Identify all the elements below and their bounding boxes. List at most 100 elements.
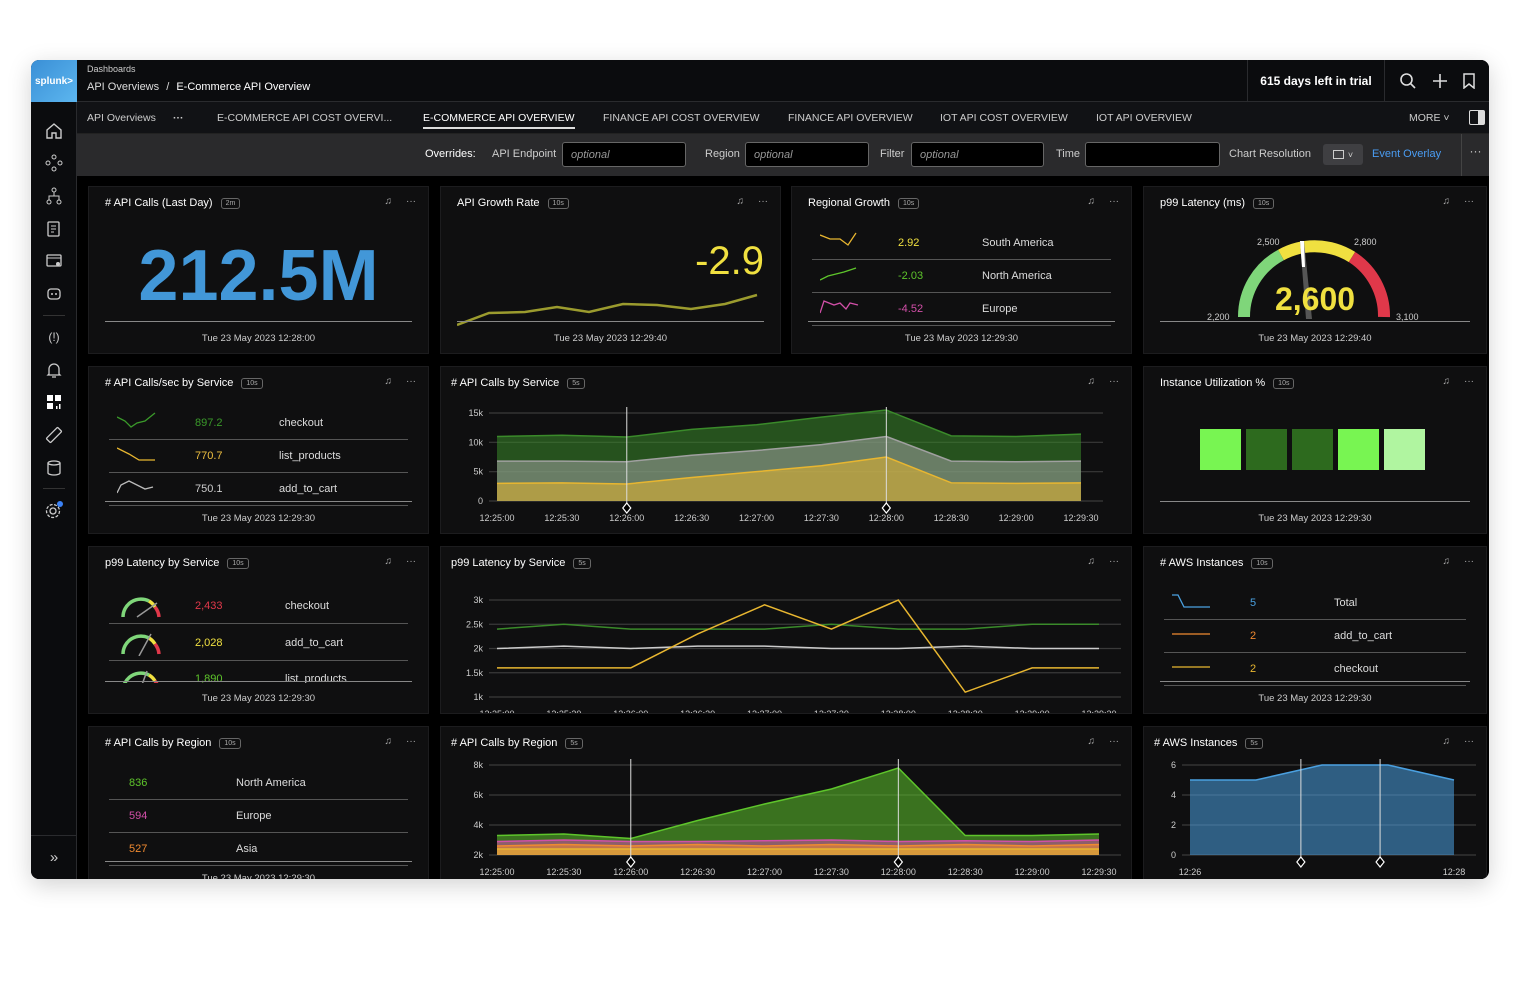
tab-finance-overview[interactable]: FINANCE API OVERVIEW: [788, 102, 913, 134]
tab-group-menu[interactable]: ···: [173, 102, 184, 134]
row-name: checkout: [1334, 663, 1379, 675]
more-icon[interactable]: ···: [406, 196, 416, 207]
bell-icon[interactable]: ♫: [1088, 196, 1096, 207]
event-marker: [1296, 856, 1306, 868]
bell-icon[interactable]: ♫: [1443, 376, 1451, 387]
chart-resolution-select[interactable]: ˅: [1323, 144, 1363, 165]
database-icon[interactable]: [43, 457, 65, 479]
area-chart[interactable]: 0 2 4 6 12:26 12:28: [1144, 757, 1486, 879]
more-icon[interactable]: ···: [406, 376, 416, 387]
more-icon[interactable]: ···: [1109, 556, 1119, 567]
panel-actions: ♫ ···: [385, 196, 417, 207]
more-icon[interactable]: ···: [406, 556, 416, 567]
heatmap-cell[interactable]: [1384, 429, 1425, 470]
hierarchy-icon[interactable]: [43, 185, 65, 207]
more-icon[interactable]: ···: [1109, 736, 1119, 747]
refresh-badge: 10s: [1273, 377, 1295, 389]
tab-ecommerce-overview[interactable]: E-COMMERCE API OVERVIEW: [423, 102, 575, 134]
panel-actions: ♫ ···: [1443, 376, 1475, 387]
bell-icon[interactable]: [43, 359, 65, 381]
heatmap: [1200, 429, 1425, 470]
breadcrumb-dashboards[interactable]: Dashboards: [87, 64, 136, 74]
tab-ecommerce-cost[interactable]: E-COMMERCE API COST OVERVI...: [217, 102, 392, 134]
more-icon[interactable]: ···: [1464, 556, 1474, 567]
bell-icon[interactable]: ♫: [385, 556, 393, 567]
region-input[interactable]: optional: [745, 142, 869, 167]
bell-icon[interactable]: ♫: [1443, 736, 1451, 747]
more-tabs-dropdown[interactable]: MORE ˅: [1409, 102, 1450, 134]
service-map-icon[interactable]: [43, 152, 65, 174]
event-overlay-button[interactable]: Event Overlay: [1372, 148, 1441, 160]
panel-title: # API Calls by Region: [105, 737, 212, 749]
alert-icon[interactable]: (!): [43, 326, 65, 348]
more-icon[interactable]: ···: [406, 736, 416, 747]
row-name: North America: [982, 270, 1052, 282]
bell-icon[interactable]: ♫: [1088, 556, 1096, 567]
trial-status[interactable]: 615 days left in trial: [1247, 60, 1385, 102]
x-tick-label: 12:25:30: [544, 513, 579, 523]
panel-toggle-icon[interactable]: [1469, 110, 1485, 125]
tab-iot-cost[interactable]: IOT API COST OVERVIEW: [940, 102, 1068, 134]
heatmap-cell[interactable]: [1292, 429, 1333, 470]
area-chart[interactable]: 2k 4k 6k 8k 12:25:00 12:25:30 12:26:00 12:26:30…: [441, 757, 1131, 879]
panel-timestamp: Tue 23 May 2023 12:29:30: [1160, 501, 1470, 533]
ruler-icon[interactable]: [43, 424, 65, 446]
more-icon[interactable]: ···: [1464, 736, 1474, 747]
breadcrumb-parent[interactable]: API Overviews: [87, 81, 159, 93]
heatmap-cell[interactable]: [1200, 429, 1241, 470]
more-icon[interactable]: ···: [1109, 196, 1119, 207]
row-value: 770.7: [195, 450, 223, 462]
tab-group-api-overviews[interactable]: API Overviews: [87, 102, 156, 134]
splunk-logo[interactable]: splunk>: [31, 60, 77, 102]
panel-api-growth-rate: API Growth Rate 10s ♫ ··· -2.9 Tue 23 May …: [440, 186, 781, 354]
plus-icon[interactable]: [1432, 73, 1448, 89]
more-icon[interactable]: ···: [1464, 196, 1474, 207]
more-icon[interactable]: ···: [758, 196, 768, 207]
x-tick-label: 12:28:30: [948, 867, 983, 877]
row-name: checkout: [279, 417, 324, 429]
dashboards-icon[interactable]: [43, 391, 65, 413]
user-session-icon[interactable]: [43, 250, 65, 272]
panel-actions: ♫ ···: [1088, 196, 1120, 207]
bell-icon[interactable]: ♫: [385, 376, 393, 387]
panel-title: # AWS Instances: [1160, 557, 1244, 569]
bell-icon[interactable]: ♫: [737, 196, 745, 207]
bell-icon[interactable]: ♫: [1088, 736, 1096, 747]
time-input[interactable]: [1085, 142, 1220, 167]
document-icon[interactable]: [43, 218, 65, 240]
filter-input[interactable]: optional: [911, 142, 1044, 167]
panel-title: p99 Latency by Service: [451, 557, 566, 569]
bell-icon[interactable]: ♫: [385, 736, 393, 747]
list-item: 2,028 add_to_cart: [109, 624, 408, 661]
more-icon[interactable]: ···: [1109, 376, 1119, 387]
heatmap-cell[interactable]: [1246, 429, 1287, 470]
expand-sidebar-button[interactable]: »: [31, 835, 77, 879]
area-chart[interactable]: 0 5k 10k 15k 12:25:00 12:25:30 12:26:00 12:26:3…: [441, 397, 1131, 533]
panel-timestamp: Tue 23 May 2023 12:29:40: [457, 321, 764, 353]
bell-icon[interactable]: ♫: [1443, 196, 1451, 207]
bell-icon[interactable]: ♫: [1088, 376, 1096, 387]
bookmark-icon[interactable]: [1463, 73, 1476, 89]
robot-icon[interactable]: [43, 283, 65, 305]
api-endpoint-input[interactable]: optional: [562, 142, 686, 167]
more-icon[interactable]: ···: [1464, 376, 1474, 387]
line-chart[interactable]: 1k 1.5k 2k 2.5k 3k 12:25:00 12:25:30 12:26:00 12…: [441, 577, 1131, 713]
settings-icon[interactable]: [43, 499, 65, 521]
home-icon[interactable]: [43, 120, 65, 142]
heatmap-cell[interactable]: [1338, 429, 1379, 470]
list-item: 2,433 checkout: [109, 587, 408, 624]
bell-icon[interactable]: ♫: [1443, 556, 1451, 567]
bell-icon[interactable]: ♫: [385, 196, 393, 207]
panel-p99-latency-by-service-chart: p99 Latency by Service 5s ♫ ··· 1k 1.5k 2k 2.…: [440, 546, 1132, 714]
x-tick-label: 12:28: [1443, 867, 1466, 877]
x-tick-label: 12:29:00: [1015, 709, 1050, 713]
y-tick-label: 15k: [468, 408, 483, 418]
tab-iot-overview[interactable]: IOT API OVERVIEW: [1096, 102, 1192, 134]
x-tick-label: 12:28:00: [881, 867, 916, 877]
overrides-more-button[interactable]: ···: [1461, 134, 1489, 176]
panel-api-calls-sec: # API Calls/sec by Service 10s ♫ ··· 897.2…: [88, 366, 429, 534]
search-icon[interactable]: [1399, 72, 1417, 90]
x-tick-label: 12:27:30: [814, 867, 849, 877]
panel-title: p99 Latency by Service: [105, 557, 220, 569]
tab-finance-cost[interactable]: FINANCE API COST OVERVIEW: [603, 102, 760, 134]
